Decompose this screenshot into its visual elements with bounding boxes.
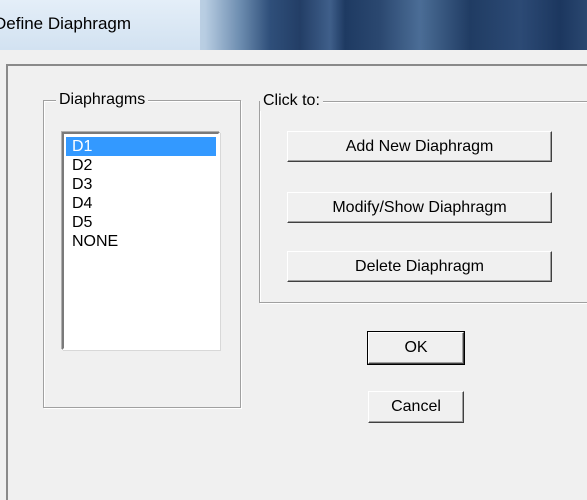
add-new-diaphragm-button[interactable]: Add New Diaphragm bbox=[287, 131, 552, 162]
diaphragm-list-item[interactable]: D5 bbox=[66, 213, 216, 232]
diaphragm-list-item[interactable]: NONE bbox=[66, 232, 216, 251]
diaphragm-list-item[interactable]: D4 bbox=[66, 194, 216, 213]
modify-show-diaphragm-button[interactable]: Modify/Show Diaphragm bbox=[287, 192, 552, 223]
cancel-button[interactable]: Cancel bbox=[368, 391, 464, 423]
ok-button[interactable]: OK bbox=[367, 331, 465, 365]
diaphragm-listbox[interactable]: D1 D2 D3 D4 D5 NONE bbox=[62, 132, 220, 350]
delete-diaphragm-button[interactable]: Delete Diaphragm bbox=[287, 251, 552, 282]
window-title: Define Diaphragm bbox=[0, 14, 132, 33]
diaphragm-list-item[interactable]: D2 bbox=[66, 156, 216, 175]
diaphragm-list-item[interactable]: D3 bbox=[66, 175, 216, 194]
title-bar[interactable]: Define Diaphragm bbox=[0, 0, 587, 50]
click-to-group-label: Click to: bbox=[260, 91, 323, 111]
diaphragms-group-label: Diaphragms bbox=[56, 90, 149, 110]
diaphragm-list-item[interactable]: D1 bbox=[66, 137, 216, 156]
